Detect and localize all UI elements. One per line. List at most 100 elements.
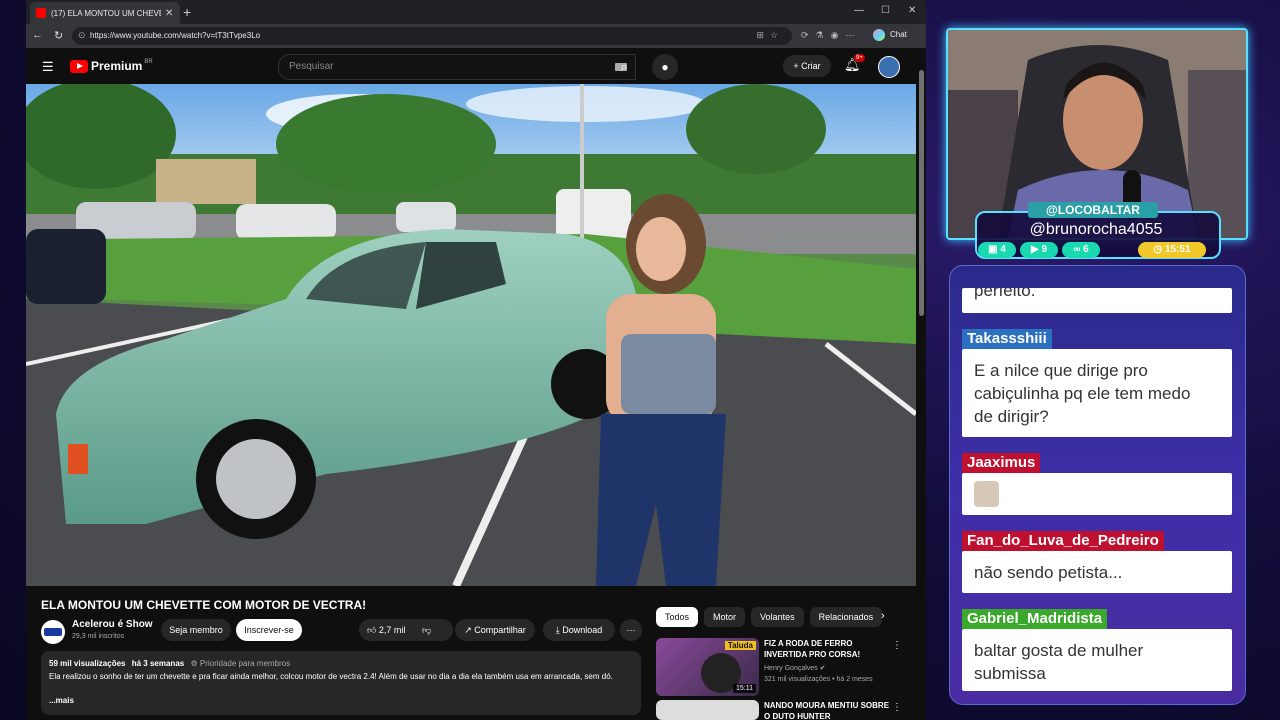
description-text: Ela realizou o sonho de ter um chevette … — [49, 672, 613, 681]
chat-message-text: não sendo petista... — [974, 563, 1123, 582]
streamer-handle: @brunorocha4055 — [1029, 221, 1163, 238]
join-button[interactable]: Seja membro — [161, 619, 231, 641]
description-box[interactable]: 59 mil visualizações há 3 semanas ⚙ Prio… — [41, 651, 641, 715]
recommendation-item[interactable]: Taluda 15:11 FIZ A RODA DE FERRO INVERTI… — [656, 638, 916, 696]
recommendation-item[interactable]: NANDO MOURA MENTIU SOBRE O DUTO HUNTER ⋮ — [656, 700, 916, 720]
author-name: Henry Gonçalves — [764, 665, 818, 672]
chevron-right-icon[interactable]: › — [881, 610, 885, 622]
share-label: Compartilhar — [474, 625, 526, 635]
account-avatar[interactable] — [878, 56, 900, 78]
chat-stat: ▣ 4 — [978, 242, 1016, 258]
chat-message: não sendo petista... — [962, 551, 1232, 593]
create-button[interactable]: + Criar — [783, 55, 831, 77]
like-count[interactable]: 2,7 mil — [379, 625, 406, 635]
like-dislike-group: 👍︎ 2,7 mil 👎︎ — [359, 619, 453, 641]
chat-username: Takassshiii — [962, 329, 1052, 349]
youtube-logo[interactable]: Premium BR — [70, 59, 153, 73]
browser-tab[interactable]: (17) ELA MONTOU UM CHEVETTE ✕ — [30, 2, 180, 24]
copilot-icon[interactable] — [873, 29, 885, 41]
url-field[interactable]: ⊙ https://www.youtube.com/watch?v=tT3tTv… — [72, 27, 792, 45]
chat-message: E a nilce que dirige pro cabiçulinha pq … — [962, 349, 1232, 437]
video-duration: 15:11 — [733, 684, 756, 693]
recommendation-thumbnail[interactable]: Taluda 15:11 — [656, 638, 759, 696]
search-input[interactable]: Pesquisar — [278, 54, 636, 80]
recommendation-title[interactable]: NANDO MOURA MENTIU SOBRE O DUTO HUNTER — [764, 700, 894, 720]
scrollbar-thumb[interactable] — [919, 70, 924, 316]
priority-label: Prioridade para membros — [199, 659, 291, 668]
search-placeholder: Pesquisar — [289, 61, 334, 72]
logo-text: Premium — [91, 59, 143, 73]
close-tab-icon[interactable]: ✕ — [165, 8, 173, 19]
more-actions-button[interactable]: ⋯ — [620, 619, 642, 641]
like-icon[interactable]: 👍︎ — [367, 625, 376, 635]
new-tab-button[interactable]: + — [183, 4, 191, 20]
chat-username: Jaaximus — [962, 453, 1041, 473]
site-info-icon[interactable]: ⊙ — [78, 30, 86, 41]
chat-message: baltar gosta de mulher submissa — [962, 629, 1232, 691]
chat-message-text: perfeito. — [974, 288, 1036, 300]
more-options-icon[interactable]: ⋮ — [892, 702, 902, 713]
link-icon: ∞ — [1073, 244, 1081, 255]
upload-age: há 3 semanas — [131, 659, 185, 668]
url-action-icons[interactable]: ⊞☆ — [756, 30, 784, 41]
reload-button[interactable]: ↻ — [54, 29, 63, 42]
close-window-button[interactable]: ✕ — [908, 5, 916, 16]
channel-name[interactable]: Acelerou é Show — [72, 619, 153, 630]
show-more-link[interactable]: ...mais — [49, 696, 74, 705]
address-bar-row: ← ↻ ⊙ https://www.youtube.com/watch?v=tT… — [26, 24, 926, 48]
chip-volantes[interactable]: Volantes — [751, 607, 804, 627]
recommendation-meta: 321 mil visualizações • há 2 meses — [764, 676, 873, 683]
dislike-icon[interactable]: 👎︎ — [422, 625, 431, 635]
logo-region: BR — [144, 59, 153, 65]
view-count: 59 mil visualizações — [49, 659, 126, 668]
url-text: https://www.youtube.com/watch?v=tT3tTvpe… — [90, 31, 261, 40]
youtube-icon: ▶ — [1030, 244, 1039, 255]
channel-subscribers: 29,3 mil inscritos — [72, 633, 125, 640]
recommendation-author[interactable]: Henry Gonçalves ✔ — [764, 664, 826, 672]
chat-button[interactable]: Chat — [890, 30, 907, 39]
cat-emote-icon — [974, 481, 999, 507]
youtube-favicon-icon — [36, 8, 46, 18]
chat-bubble-icon: ▣ — [988, 244, 998, 255]
live-chat-panel: perfeito. Takassshiii E a nilce que diri… — [949, 265, 1246, 705]
minimize-button[interactable]: — — [854, 5, 864, 16]
channel-avatar[interactable] — [41, 620, 65, 644]
chat-message — [962, 473, 1232, 515]
menu-icon[interactable]: ☰ — [42, 59, 54, 75]
download-label: Download — [562, 625, 603, 635]
chat-message-text: baltar gosta de mulher submissa — [974, 641, 1144, 683]
video-meta: 59 mil visualizações há 3 semanas ⚙ Prio… — [49, 659, 290, 668]
chip-relacionados[interactable]: Relacionados — [809, 607, 883, 627]
share-button[interactable]: ↗ Compartilhar — [455, 619, 535, 641]
youtube-header: ☰ Premium BR Pesquisar ⌕ ● + Criar 🔔︎ 9+ — [26, 48, 916, 84]
youtube-play-icon — [70, 59, 88, 73]
video-player[interactable] — [26, 84, 916, 586]
maximize-button[interactable]: ☐ — [881, 5, 890, 16]
chip-all[interactable]: Todos — [656, 607, 699, 627]
youtube-stat: ▶ 9 — [1020, 242, 1058, 258]
other-stat: ∞ 6 — [1062, 242, 1100, 258]
priority-badge: ⚙ Prioridade para membros — [190, 659, 291, 668]
download-button[interactable]: ⤓ Download — [543, 619, 615, 641]
recommendation-thumbnail[interactable] — [656, 700, 759, 720]
thumbnail-caption: Taluda — [724, 641, 756, 650]
search-button[interactable]: ⌕ — [606, 54, 642, 80]
chat-username: Gabriel_Madridista — [962, 609, 1108, 629]
channel-handle-top: @LOCOBALTAR — [1028, 202, 1158, 218]
browser-window: (17) ELA MONTOU UM CHEVETTE ✕ + — ☐ ✕ ← … — [26, 0, 926, 720]
microphone-icon[interactable]: ● — [652, 54, 678, 80]
notification-badge: 9+ — [854, 54, 865, 62]
related-chips: Todos Motor Volantes Relacionados — [656, 607, 883, 627]
back-button[interactable]: ← — [32, 29, 43, 41]
stream-timer: ◷ 15:51 — [1138, 242, 1206, 258]
chat-message: perfeito. — [962, 288, 1232, 313]
tab-bar: (17) ELA MONTOU UM CHEVETTE ✕ + — ☐ ✕ — [26, 0, 926, 24]
chat-message-text: E a nilce que dirige pro cabiçulinha pq … — [974, 361, 1191, 426]
chip-motor[interactable]: Motor — [704, 607, 746, 627]
scrollbar[interactable] — [917, 48, 926, 720]
subscribe-button[interactable]: Inscrever-se — [236, 619, 302, 641]
extension-icons[interactable]: ⟳⚗◉⋯ — [801, 30, 861, 41]
tab-title: (17) ELA MONTOU UM CHEVETTE — [51, 8, 161, 18]
more-options-icon[interactable]: ⋮ — [892, 640, 902, 651]
recommendation-title[interactable]: FIZ A RODA DE FERRO INVERTIDA PRO CORSA! — [764, 638, 894, 660]
